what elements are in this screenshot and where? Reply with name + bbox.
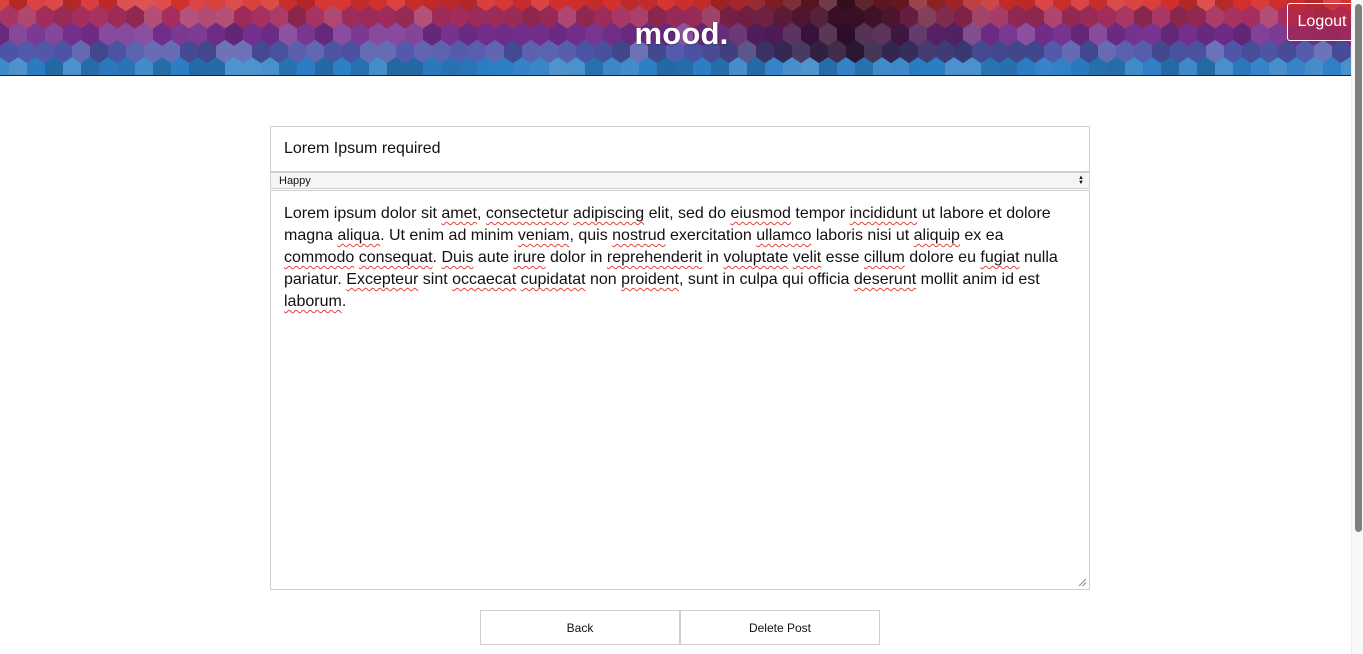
header-banner: mood. Logout xyxy=(0,0,1363,76)
misspelled-word: occaecat xyxy=(452,271,517,288)
body-text-run: . xyxy=(341,293,347,310)
page: mood. Logout Happy ▲▼ Lorem ipsum dolor … xyxy=(0,0,1363,654)
body-text-run: dolore eu xyxy=(904,249,981,266)
body-text-run: in xyxy=(702,249,724,266)
misspelled-word: laborum xyxy=(284,293,342,310)
select-arrows-icon: ▲ ▼ xyxy=(1078,174,1084,186)
body-text-run: exercitation xyxy=(665,227,757,244)
page-scrollbar[interactable] xyxy=(1351,0,1363,654)
misspelled-word: Excepteur xyxy=(346,271,419,288)
body-text-run: Lorem ipsum dolor sit xyxy=(284,205,442,222)
mood-select[interactable]: Happy ▲ ▼ xyxy=(270,172,1090,189)
body-text-run: ex ea xyxy=(959,227,1004,244)
body-text-run: tempor xyxy=(790,205,850,222)
misspelled-word: aliquip xyxy=(913,227,960,244)
misspelled-word: irure xyxy=(513,249,546,266)
mood-select-value: Happy xyxy=(279,174,311,187)
body-text-run: esse xyxy=(821,249,864,266)
misspelled-word: Duis xyxy=(441,249,474,266)
body-text-run: sint xyxy=(418,271,453,288)
back-button[interactable]: Back xyxy=(480,610,680,645)
resize-grip-icon[interactable] xyxy=(1078,578,1087,587)
scrollbar-thumb[interactable] xyxy=(1355,4,1362,532)
misspelled-word: deserunt xyxy=(853,271,917,288)
body-text-run: laboris nisi ut xyxy=(811,227,914,244)
misspelled-word: consectetur xyxy=(485,205,569,222)
body-text-run: non xyxy=(585,271,622,288)
post-body-textarea[interactable]: Lorem ipsum dolor sit amet, consectetur … xyxy=(270,190,1090,590)
misspelled-word: incididunt xyxy=(849,205,918,222)
misspelled-word: adipiscing xyxy=(573,205,645,222)
misspelled-word: eiusmod xyxy=(730,205,791,222)
misspelled-word: fugiat xyxy=(980,249,1020,266)
misspelled-word: cupidatat xyxy=(520,271,586,288)
body-text-run: , quis xyxy=(569,227,613,244)
body-text-run: , xyxy=(476,205,486,222)
body-text-run: elit, sed do xyxy=(644,205,731,222)
misspelled-word: velit xyxy=(792,249,822,266)
body-text-run: aute xyxy=(473,249,514,266)
body-text-run: dolor in xyxy=(545,249,607,266)
misspelled-word: ullamco xyxy=(756,227,812,244)
misspelled-word: reprehenderit xyxy=(606,249,703,266)
misspelled-word: nostrud xyxy=(612,227,666,244)
delete-post-button[interactable]: Delete Post xyxy=(680,610,880,645)
post-title-input[interactable] xyxy=(270,126,1090,172)
post-body-text: Lorem ipsum dolor sit amet, consectetur … xyxy=(284,203,1076,313)
misspelled-word: amet xyxy=(441,205,477,222)
misspelled-word: aliqua xyxy=(337,227,381,244)
misspelled-word: voluptate xyxy=(723,249,789,266)
misspelled-word: cillum xyxy=(863,249,905,266)
misspelled-word: veniam xyxy=(517,227,570,244)
body-text-run: . Ut enim ad minim xyxy=(380,227,518,244)
misspelled-word: commodo xyxy=(284,249,355,266)
body-text-run: mollit anim id est xyxy=(916,271,1040,288)
body-text-run: , sunt in culpa qui officia xyxy=(678,271,854,288)
brand-logo: mood. xyxy=(634,16,729,51)
misspelled-word: proident xyxy=(621,271,679,288)
misspelled-word: consequat xyxy=(358,249,433,266)
logout-button[interactable]: Logout xyxy=(1287,3,1357,41)
